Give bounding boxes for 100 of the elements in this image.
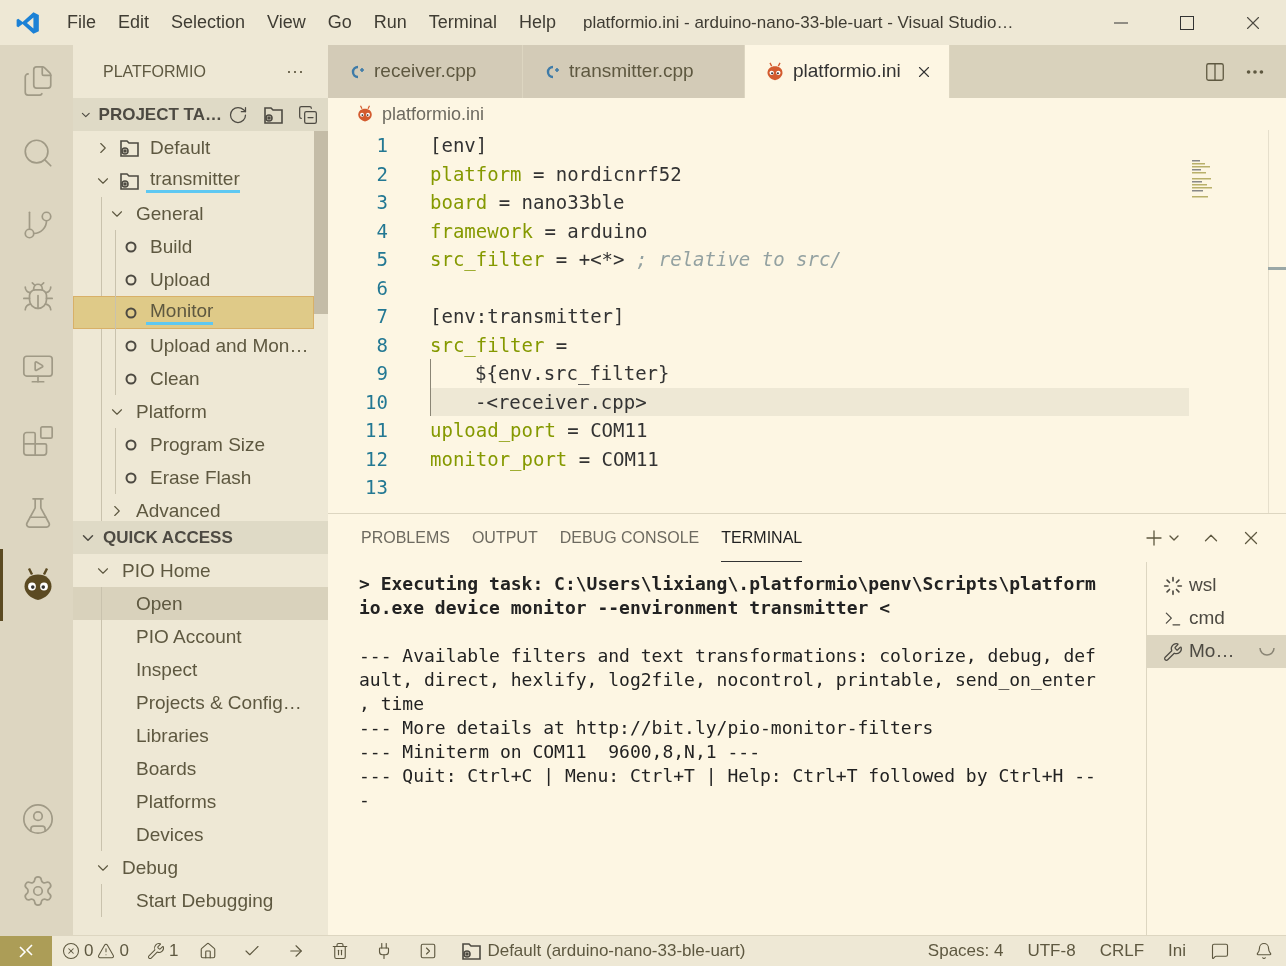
environment-status[interactable]: Default (arduino-nano-33-ble-uart) xyxy=(450,938,756,964)
terminal-line: --- More details at http://bit.ly/pio-monitor-filters xyxy=(359,716,935,740)
split-editor-icon[interactable] xyxy=(1204,60,1226,83)
home-icon[interactable] xyxy=(199,942,218,960)
code-text: = COM11 xyxy=(566,418,648,443)
refresh-icon[interactable] xyxy=(228,104,248,125)
tree-item-label: Inspect xyxy=(135,658,198,681)
code-text: [env:transmitter] xyxy=(430,304,625,329)
menu-item[interactable]: Run xyxy=(362,9,418,36)
line-number: 4 xyxy=(375,218,389,244)
circle-icon xyxy=(125,339,137,352)
tree-item-label: Advanced xyxy=(135,499,221,521)
problems-status[interactable]: 0 0 xyxy=(52,938,139,964)
tools-status[interactable]: 1 xyxy=(138,938,187,964)
tree-item[interactable]: transmitter xyxy=(73,164,314,197)
status-item[interactable]: UTF-8 xyxy=(1015,938,1088,964)
maximize-icon[interactable] xyxy=(1179,14,1195,31)
tree-item[interactable]: Inspect xyxy=(73,653,328,686)
tree-item[interactable]: Libraries xyxy=(73,719,328,752)
circle-icon xyxy=(125,438,137,451)
circle-icon xyxy=(125,273,137,286)
tree-item[interactable]: Upload xyxy=(73,263,314,296)
tree-item[interactable]: Clean xyxy=(73,362,314,395)
scrollbar-thumb[interactable] xyxy=(314,131,328,314)
line-number: 10 xyxy=(364,389,389,415)
tree-item-label: Debug xyxy=(121,856,178,879)
tree-item-label: Platform xyxy=(135,400,207,423)
code-text: = xyxy=(554,332,568,358)
panel-tab[interactable]: OUTPUT xyxy=(471,514,538,562)
panel-tab[interactable]: DEBUG CONSOLE xyxy=(559,514,700,562)
ant-icon xyxy=(765,61,785,82)
code-text: = +<*> xyxy=(554,247,626,272)
menu-item[interactable]: Terminal xyxy=(417,9,508,36)
tree-item[interactable]: Boards xyxy=(73,752,328,785)
tree-item[interactable]: Platform xyxy=(73,395,314,428)
feedback-icon[interactable] xyxy=(1211,942,1229,960)
terminal-icon[interactable] xyxy=(419,942,438,960)
menu-item[interactable]: Selection xyxy=(160,9,257,36)
section-header[interactable]: QUICK ACCESS xyxy=(73,521,328,554)
tree-item-label: Upload xyxy=(149,268,211,291)
panel-tab[interactable]: TERMINAL xyxy=(721,514,803,562)
tree-item[interactable]: Devices xyxy=(73,818,328,851)
terminal-list-item[interactable]: Mo… xyxy=(1147,635,1286,668)
code-key: platform xyxy=(430,159,522,188)
section-header[interactable]: PROJECT TA… xyxy=(73,98,328,131)
error-count: 0 xyxy=(84,940,94,963)
folder-gear-icon xyxy=(118,170,140,191)
code-text: -<receiver.cpp> xyxy=(475,389,647,415)
tree-item[interactable]: Default xyxy=(73,131,314,164)
tree-item[interactable]: General xyxy=(73,197,314,230)
tree-item[interactable]: Debug xyxy=(73,851,328,884)
line-number: 2 xyxy=(375,161,389,187)
status-item[interactable]: Spaces: 4 xyxy=(915,938,1016,964)
tree-item[interactable]: Build xyxy=(73,230,314,263)
tab-label: platformio.ini xyxy=(793,59,901,84)
tab-label: transmitter.cpp xyxy=(569,59,694,84)
terminal-line: --- Available filters and text transformations: colorize, debug, def xyxy=(359,644,1097,668)
tree-item[interactable]: PIO Home xyxy=(73,554,328,587)
tree-item[interactable]: Monitor xyxy=(73,296,314,329)
collapse-all-icon[interactable] xyxy=(298,104,318,125)
tree-item[interactable]: Program Size xyxy=(73,428,314,461)
menu-item[interactable]: View xyxy=(256,9,317,36)
tree-item-label: Boards xyxy=(135,757,197,780)
status-item[interactable]: CRLF xyxy=(1087,938,1157,964)
terminal-line: --- Miniterm on COM11 9600,8,N,1 --- xyxy=(359,740,761,764)
status-item[interactable]: Ini xyxy=(1156,938,1198,964)
tree-item-label: Default xyxy=(149,136,211,159)
menu-item[interactable]: Go xyxy=(316,9,363,36)
more-button[interactable]: ··· xyxy=(286,58,304,85)
tree-item[interactable]: Open xyxy=(73,587,328,620)
line-number: 6 xyxy=(375,275,389,301)
tree-item[interactable]: Start Debugging xyxy=(73,884,328,917)
tree-item[interactable]: PIO Account xyxy=(73,620,328,653)
bell-icon[interactable] xyxy=(1255,942,1273,960)
code-text: ${env.src_filter} xyxy=(475,361,670,387)
editor-tab[interactable]: receiver.cpp xyxy=(328,45,523,98)
tree-item[interactable]: Erase Flash xyxy=(73,461,314,494)
menu-item[interactable]: Help xyxy=(507,9,567,36)
line-number: 7 xyxy=(375,304,389,329)
tree-item[interactable]: Upload and Mon… xyxy=(73,329,314,362)
tree-item[interactable]: Platforms xyxy=(73,785,328,818)
folder-gear-icon xyxy=(460,941,483,961)
editor-tab[interactable]: transmitter.cpp xyxy=(523,45,745,98)
warning-icon xyxy=(97,942,116,960)
menu-item[interactable]: File xyxy=(56,9,107,36)
terminal-list-item[interactable]: wsl xyxy=(1147,569,1286,602)
terminal-list-item[interactable]: cmd xyxy=(1147,602,1286,635)
trash-icon[interactable] xyxy=(331,942,350,960)
code-text: = nordicnrf52 xyxy=(531,161,682,187)
terminal-name: Mo… xyxy=(1189,639,1235,664)
menu-item[interactable]: Edit xyxy=(107,9,161,36)
panel-tab[interactable]: PROBLEMS xyxy=(361,514,450,562)
circle-icon xyxy=(125,372,137,385)
breadcrumb[interactable]: platformio.ini xyxy=(382,100,485,128)
editor-tab[interactable]: platformio.ini xyxy=(745,45,950,98)
code-text: = COM11 xyxy=(577,446,659,472)
tree-item-label: General xyxy=(135,202,204,225)
tree-item[interactable]: Advanced xyxy=(73,494,314,521)
sidebar-title: PLATFORMIO xyxy=(103,61,206,82)
tree-item[interactable]: Projects & Config… xyxy=(73,686,328,719)
